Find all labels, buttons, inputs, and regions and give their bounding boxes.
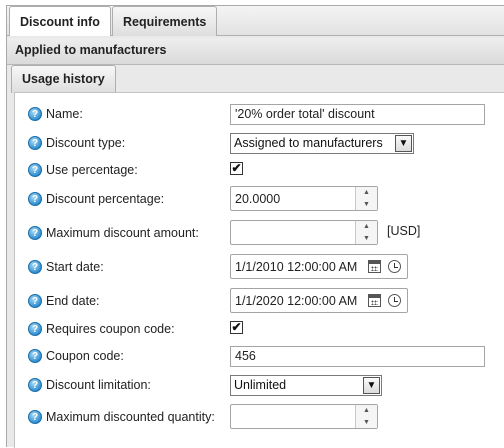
row-end-date: ? End date: 1/1/2020 12:00:00 AM [15,288,504,314]
discount-form: ? Name: '20% order total' discount ? Dis… [14,92,504,448]
discount-percentage-value: 20.0000 [235,192,281,206]
start-date-value: 1/1/2010 12:00:00 AM [235,260,358,274]
help-icon[interactable]: ? [28,410,42,424]
calendar-icon[interactable] [368,260,381,273]
max-discount-amount-input[interactable]: ▲ ▼ [230,220,378,245]
spin-up-icon[interactable]: ▲ [356,221,377,232]
discount-limitation-label: Discount limitation: [46,378,151,392]
spinner: ▲ ▼ [355,221,377,244]
row-start-date: ? Start date: 1/1/2010 12:00:00 AM [15,254,504,280]
help-icon[interactable]: ? [28,107,42,121]
max-discounted-qty-input[interactable]: ▲ ▼ [230,404,378,429]
tab-applied-to-manufacturers[interactable]: Applied to manufacturers [7,38,504,65]
tab-usage-history[interactable]: Usage history [11,65,116,93]
spin-up-icon[interactable]: ▲ [356,405,377,416]
max-discounted-qty-label: Maximum discounted quantity: [46,410,215,424]
clock-icon[interactable] [388,294,401,307]
use-percentage-label: Use percentage: [46,163,138,177]
coupon-code-input[interactable]: 456 [230,346,485,367]
chevron-down-icon[interactable]: ▼ [395,135,412,152]
clock-icon[interactable] [388,260,401,273]
tab-requirements[interactable]: Requirements [112,6,218,36]
tab-discount-info[interactable]: Discount info [9,6,111,36]
spin-down-icon[interactable]: ▼ [356,417,377,428]
start-date-picker[interactable]: 1/1/2010 12:00:00 AM [230,254,408,279]
spin-up-icon[interactable]: ▲ [356,187,377,198]
help-icon[interactable]: ? [28,163,42,177]
discount-limitation-select[interactable]: Unlimited ▼ [230,375,382,396]
end-date-value: 1/1/2020 12:00:00 AM [235,294,358,308]
currency-unit: [USD] [387,224,421,238]
spin-down-icon[interactable]: ▼ [356,199,377,210]
spinner: ▲ ▼ [355,187,377,210]
discount-limitation-value: Unlimited [234,378,287,392]
discount-type-value: Assigned to manufacturers [234,136,383,150]
discount-type-label: Discount type: [46,136,126,150]
discount-percentage-label: Discount percentage: [46,192,165,206]
discount-type-select[interactable]: Assigned to manufacturers ▼ [230,133,414,154]
help-icon[interactable]: ? [28,322,42,336]
help-icon[interactable]: ? [28,136,42,150]
row-discount-percentage: ? Discount percentage: 20.0000 ▲ ▼ [15,186,504,212]
discount-editor-panel: Discount info Requirements Applied to ma… [6,5,504,448]
use-percentage-checkbox[interactable]: ✔ [230,162,243,175]
end-date-label: End date: [46,294,100,308]
row-coupon-code: ? Coupon code: 456 [15,345,504,369]
chevron-down-icon[interactable]: ▼ [363,377,380,394]
help-icon[interactable]: ? [28,294,42,308]
requires-coupon-checkbox[interactable]: ✔ [230,321,243,334]
row-name: ? Name: '20% order total' discount [15,103,504,127]
spin-down-icon[interactable]: ▼ [356,233,377,244]
row-discount-limitation: ? Discount limitation: Unlimited ▼ [15,374,504,398]
help-icon[interactable]: ? [28,226,42,240]
row-max-discounted-qty: ? Maximum discounted quantity: ▲ ▼ [15,404,504,430]
name-input[interactable]: '20% order total' discount [230,104,485,125]
row-requires-coupon: ? Requires coupon code: ✔ [15,318,504,342]
calendar-icon[interactable] [368,294,381,307]
coupon-code-label: Coupon code: [46,349,124,363]
row-discount-type: ? Discount type: Assigned to manufacture… [15,132,504,156]
help-icon[interactable]: ? [28,192,42,206]
primary-tab-strip: Discount info Requirements [7,6,504,36]
name-label: Name: [46,107,83,121]
end-date-picker[interactable]: 1/1/2020 12:00:00 AM [230,288,408,313]
help-icon[interactable]: ? [28,378,42,392]
help-icon[interactable]: ? [28,349,42,363]
help-icon[interactable]: ? [28,260,42,274]
row-max-discount-amount: ? Maximum discount amount: ▲ ▼ [USD] [15,220,504,246]
start-date-label: Start date: [46,260,104,274]
discount-percentage-input[interactable]: 20.0000 ▲ ▼ [230,186,378,211]
requires-coupon-label: Requires coupon code: [46,322,175,336]
max-discount-amount-label: Maximum discount amount: [46,226,199,240]
row-use-percentage: ? Use percentage: ✔ [15,159,504,183]
spinner: ▲ ▼ [355,405,377,428]
